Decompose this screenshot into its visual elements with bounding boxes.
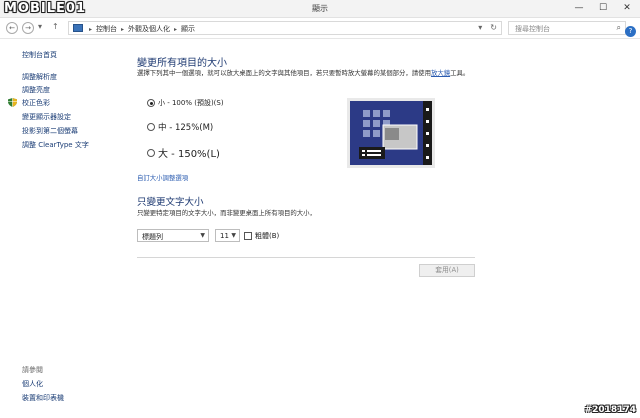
description-text: 選擇下列其中一個選項，就可以放大桌面上的文字與其他項目，若只要暫時放大螢幕的某個…	[137, 69, 431, 77]
sidebar-item-devices-printers[interactable]: 裝置和印表機	[22, 393, 64, 403]
sidebar-item-home[interactable]: 控制台首頁	[22, 50, 57, 60]
chevron-right-icon: ▸	[89, 25, 93, 33]
recent-locations-dropdown[interactable]: ▾	[38, 22, 42, 31]
see-also-heading: 請參閱	[22, 366, 43, 374]
control-panel-icon	[73, 24, 83, 32]
search-placeholder: 搜尋控制台	[515, 25, 550, 33]
bold-checkbox-label: 粗體(B)	[255, 232, 280, 240]
size-option-small[interactable]: 小 - 100% (預設)(S)	[147, 98, 224, 108]
search-box[interactable]: 搜尋控制台 ⌕	[508, 21, 626, 35]
sidebar-item-project[interactable]: 投影到第二個螢幕	[22, 126, 78, 136]
display-preview-image	[347, 98, 435, 168]
page-title: 變更所有項目的大小	[137, 58, 227, 69]
size-option-medium-label: 中 - 125%(M)	[158, 123, 214, 133]
size-option-small-label: 小 - 100% (預設)(S)	[158, 99, 224, 107]
radio-small[interactable]	[147, 99, 155, 107]
sidebar-item-calibrate-color[interactable]: 校正色彩	[22, 98, 50, 108]
apply-button[interactable]: 套用(A)	[419, 264, 475, 277]
breadcrumb-control-panel[interactable]: 控制台	[96, 24, 117, 34]
text-size-heading: 只變更文字大小	[137, 197, 204, 208]
sidebar-item-brightness[interactable]: 調整亮度	[22, 85, 50, 95]
custom-sizing-link[interactable]: 自訂大小調整選項	[137, 173, 188, 182]
chevron-right-icon: ▸	[174, 25, 178, 33]
radio-large[interactable]	[147, 148, 155, 157]
title-bar: MOBILE01 顯示 — ☐ ✕	[0, 0, 640, 18]
page-description: 選擇下列其中一個選項，就可以放大桌面上的文字與其他項目，若只要暫時放大螢幕的某個…	[137, 68, 497, 78]
description-suffix: 工具。	[450, 69, 470, 77]
sidebar-item-cleartype[interactable]: 調整 ClearType 文字	[22, 140, 89, 150]
help-icon[interactable]: ?	[625, 26, 636, 37]
breadcrumb-appearance[interactable]: 外觀及個人化	[128, 24, 170, 34]
item-select[interactable]: 標題列 ▼	[137, 229, 209, 242]
chevron-down-icon: ▼	[231, 232, 236, 239]
radio-medium[interactable]	[147, 123, 155, 131]
minimize-button[interactable]: —	[572, 2, 586, 14]
navigation-bar: ← → ▾ ↑ ▸ 控制台 ▸ 外觀及個人化 ▸ 顯示 ▾ ↻ 搜尋控制台 ⌕	[0, 18, 640, 39]
search-icon[interactable]: ⌕	[617, 23, 621, 33]
chevron-down-icon: ▼	[200, 232, 205, 239]
address-dropdown-icon[interactable]: ▾	[478, 23, 482, 32]
up-button[interactable]: ↑	[52, 22, 59, 31]
window-controls: — ☐ ✕	[572, 2, 634, 14]
sidebar: 控制台首頁 調整解析度 調整亮度 校正色彩 變更顯示器設定 投影到第二個螢幕 調…	[0, 40, 120, 418]
size-option-large[interactable]: 大 - 150%(L)	[147, 145, 220, 160]
bold-checkbox[interactable]: 粗體(B)	[244, 231, 279, 241]
back-button[interactable]: ←	[6, 22, 18, 34]
refresh-icon[interactable]: ↻	[490, 23, 497, 32]
close-button[interactable]: ✕	[620, 2, 634, 14]
shield-icon	[8, 98, 17, 107]
address-bar[interactable]: ▸ 控制台 ▸ 外觀及個人化 ▸ 顯示 ▾ ↻	[68, 21, 502, 35]
window-title: 顯示	[312, 4, 328, 13]
text-size-description: 只變更特定項目的文字大小，而非變更桌面上所有項目的大小，	[137, 209, 316, 217]
sidebar-item-personalization[interactable]: 個人化	[22, 379, 43, 389]
chevron-right-icon: ▸	[121, 25, 125, 33]
divider	[137, 257, 475, 258]
watermark-id: #2018174	[584, 405, 636, 415]
magnifier-link[interactable]: 放大鏡	[431, 69, 450, 77]
maximize-button[interactable]: ☐	[596, 2, 610, 14]
breadcrumb: ▸ 控制台 ▸ 外觀及個人化 ▸ 顯示	[89, 24, 195, 34]
main-content: 變更所有項目的大小 選擇下列其中一個選項，就可以放大桌面上的文字與其他項目，若只…	[137, 40, 627, 418]
size-option-large-label: 大 - 150%(L)	[158, 149, 220, 160]
size-option-medium[interactable]: 中 - 125%(M)	[147, 121, 213, 133]
sidebar-item-display-settings[interactable]: 變更顯示器設定	[22, 112, 71, 122]
sidebar-item-resolution[interactable]: 調整解析度	[22, 72, 57, 82]
breadcrumb-display[interactable]: 顯示	[181, 24, 195, 34]
bold-checkbox-box[interactable]	[244, 232, 252, 240]
font-size-select[interactable]: 11 ▼	[215, 229, 240, 242]
forward-button[interactable]: →	[22, 22, 34, 34]
address-actions: ▾ ↻	[478, 23, 497, 32]
item-select-value: 標題列	[142, 233, 163, 241]
font-size-select-value: 11	[220, 232, 229, 240]
